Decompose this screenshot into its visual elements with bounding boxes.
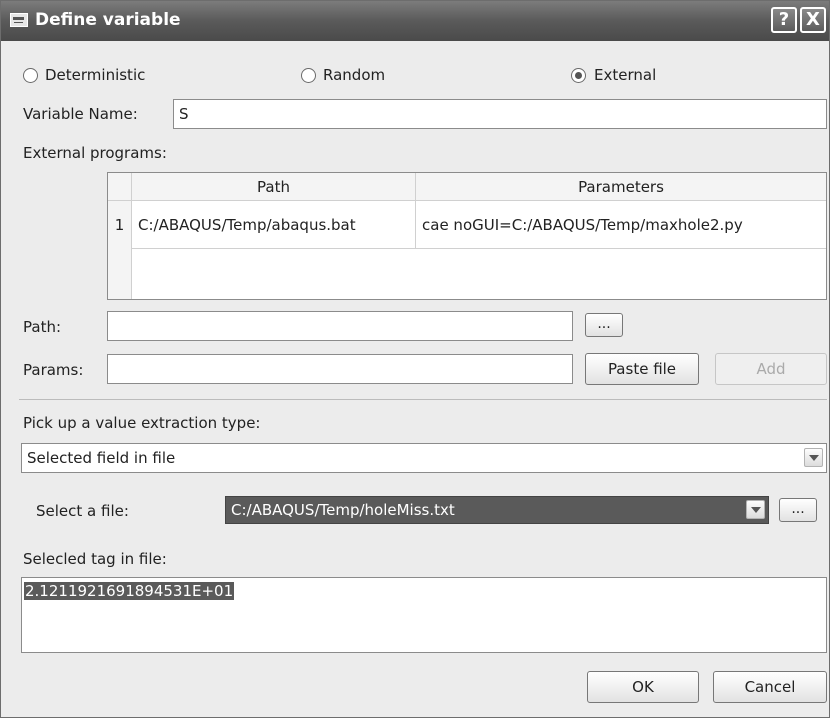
close-button[interactable]: X <box>800 7 826 33</box>
row-index-empty <box>108 249 132 299</box>
external-programs-table: Path Parameters 1 C:/ABAQUS/Temp/abaqus.… <box>107 172 827 300</box>
path-label: Path: <box>23 318 62 336</box>
variable-name-label: Variable Name: <box>23 105 138 123</box>
paste-file-button[interactable]: Paste file <box>585 353 699 385</box>
radio-external-label[interactable]: External <box>594 66 656 84</box>
column-header-path[interactable]: Path <box>132 173 416 201</box>
extraction-type-value: Selected field in file <box>27 449 176 467</box>
selected-tag-label: Selecled tag in file: <box>23 550 167 568</box>
radio-deterministic[interactable] <box>23 68 38 83</box>
help-button[interactable]: ? <box>771 7 797 33</box>
params-label: Params: <box>23 361 84 379</box>
select-file-value: C:/ABAQUS/Temp/holeMiss.txt <box>231 501 455 519</box>
divider <box>19 399 827 400</box>
path-input[interactable] <box>107 311 573 341</box>
define-variable-dialog: Define variable ? X Deterministic Random… <box>0 0 830 718</box>
window-title: Define variable <box>35 10 181 30</box>
variable-name-input[interactable]: S <box>173 99 827 129</box>
radio-random[interactable] <box>301 68 316 83</box>
select-file-label: Select a file: <box>36 502 129 520</box>
chevron-down-icon[interactable] <box>746 500 765 519</box>
table-cell-parameters[interactable]: cae noGUI=C:/ABAQUS/Temp/maxhole2.py <box>416 201 826 249</box>
ok-button[interactable]: OK <box>587 671 699 703</box>
path-browse-button[interactable]: ... <box>585 313 623 337</box>
row-index: 1 <box>108 201 132 249</box>
file-browse-button[interactable]: ... <box>779 498 817 522</box>
column-header-parameters[interactable]: Parameters <box>416 173 826 201</box>
extraction-type-select[interactable]: Selected field in file <box>21 443 827 473</box>
external-programs-label: External programs: <box>23 144 167 162</box>
table-cell-path[interactable]: C:/ABAQUS/Temp/abaqus.bat <box>132 201 416 249</box>
selected-tag-textarea[interactable]: 2.1211921691894531E+01 <box>21 577 827 653</box>
params-input[interactable] <box>107 354 573 384</box>
radio-deterministic-label[interactable]: Deterministic <box>45 66 145 84</box>
window-menu-icon[interactable] <box>10 13 28 27</box>
extraction-type-label: Pick up a value extraction type: <box>23 414 261 432</box>
radio-external[interactable] <box>571 68 586 83</box>
selected-tag-value: 2.1211921691894531E+01 <box>24 582 235 600</box>
select-file-combobox[interactable]: C:/ABAQUS/Temp/holeMiss.txt <box>225 496 769 524</box>
table-empty-area <box>132 249 826 299</box>
table-corner <box>108 173 132 201</box>
chevron-down-icon[interactable] <box>804 448 823 467</box>
add-button[interactable]: Add <box>715 353 827 385</box>
cancel-button[interactable]: Cancel <box>713 671 827 703</box>
title-bar[interactable]: Define variable ? X <box>1 1 829 41</box>
radio-random-label[interactable]: Random <box>323 66 385 84</box>
